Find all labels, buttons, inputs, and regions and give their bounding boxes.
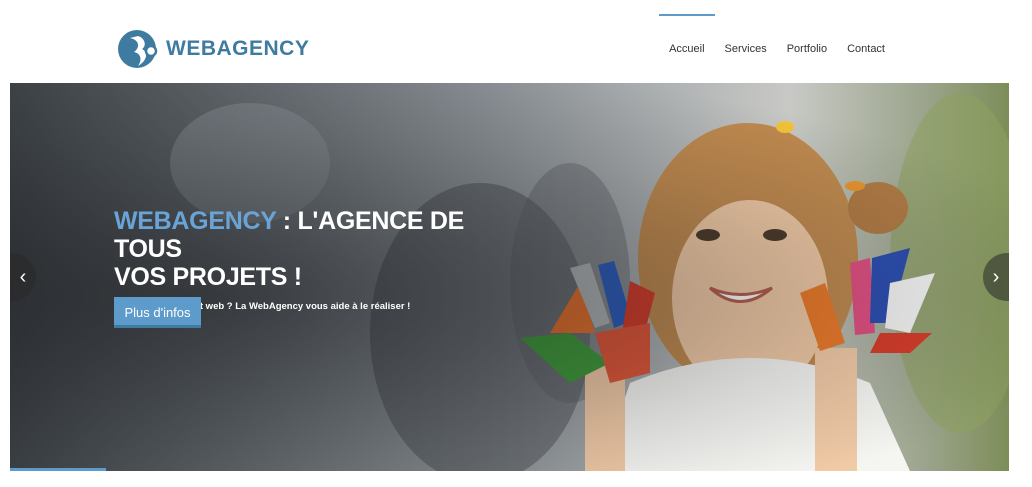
site-header: WEBAGENCY Accueil Services Portfolio Con… xyxy=(0,0,1032,83)
nav-item-accueil[interactable]: Accueil xyxy=(659,14,716,56)
hero-title-line2: VOS PROJETS ! xyxy=(114,263,302,291)
more-info-button[interactable]: Plus d'infos xyxy=(114,297,201,328)
chevron-left-icon: ‹ xyxy=(19,265,27,288)
hero-title-accent: WEBAGENCY xyxy=(114,207,277,235)
hero-slider: WEBAGENCY : L'AGENCE DE TOUS VOS PROJETS… xyxy=(10,83,1009,471)
chevron-right-icon: › xyxy=(992,265,1000,288)
nav-item-contact[interactable]: Contact xyxy=(837,42,895,56)
main-nav: Accueil Services Portfolio Contact xyxy=(659,14,895,56)
webagency-logo-icon xyxy=(118,30,158,68)
slider-progress-bar xyxy=(10,468,106,471)
hero-title: WEBAGENCY : L'AGENCE DE TOUS VOS PROJETS… xyxy=(114,207,534,291)
nav-item-portfolio[interactable]: Portfolio xyxy=(777,42,837,56)
brand-logo[interactable]: WEBAGENCY xyxy=(118,28,309,70)
brand-name: WEBAGENCY xyxy=(166,37,310,60)
nav-item-services[interactable]: Services xyxy=(715,42,777,56)
